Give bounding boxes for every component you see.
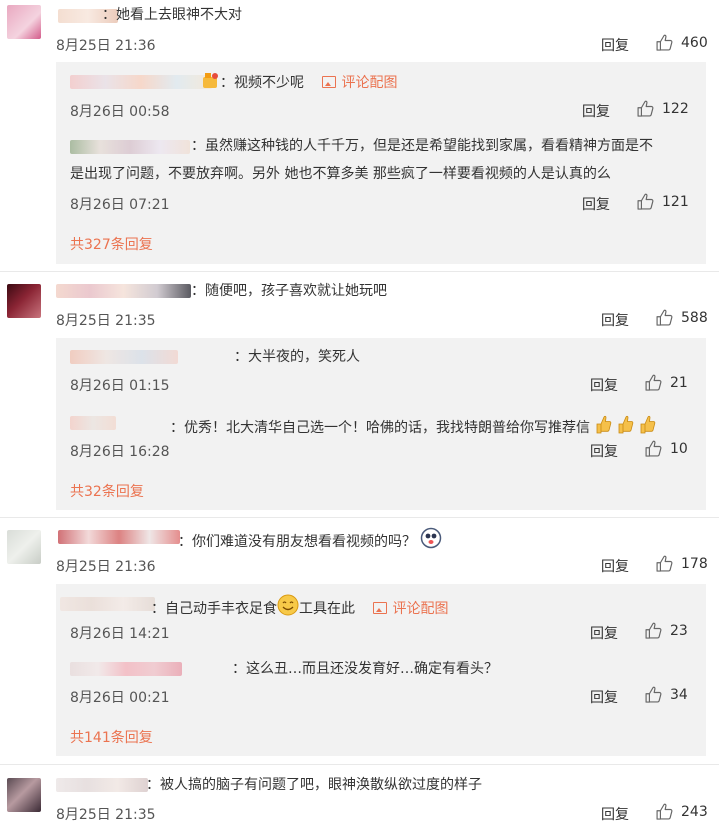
username-blurred[interactable] — [58, 530, 180, 544]
more-replies-link[interactable]: 共32条回复 — [70, 481, 144, 501]
replies-box: ：视频不少呢 评论配图 8月26日 00:58 回复 122 ：虽然赚这种钱的人… — [56, 62, 706, 264]
username-blurred[interactable] — [56, 284, 191, 298]
replies-box: ：自己动手丰衣足食 工具在此 评论配图 8月26日 14:21 回复 23 ：这… — [56, 584, 706, 756]
comment-date: 8月25日 21:35 — [56, 313, 156, 329]
reply-button[interactable]: 回复 — [582, 101, 610, 121]
avatar[interactable] — [7, 284, 41, 318]
comment-text: ：她看上去眼神不大对 — [102, 7, 242, 23]
username-blurred[interactable] — [70, 350, 178, 364]
username-blurred[interactable] — [60, 597, 155, 611]
thumbs-up-icon — [644, 373, 664, 393]
more-replies-link[interactable]: 共327条回复 — [70, 234, 153, 254]
reply-text: ：自己动手丰衣足食 工具在此 评论配图 — [151, 594, 448, 622]
comment-date: 8月25日 21:36 — [56, 559, 156, 575]
like-count: 588 — [681, 310, 708, 326]
comment-text: ：随便吧，孩子喜欢就让她玩吧 — [191, 283, 387, 299]
thumbs-up-icon — [655, 554, 675, 574]
comment-date: 8月25日 21:36 — [56, 38, 156, 54]
like-count: 34 — [670, 687, 688, 703]
like-count: 243 — [681, 804, 708, 820]
username-blurred[interactable] — [56, 778, 148, 792]
like-count: 122 — [662, 101, 689, 117]
comment-image-link[interactable]: 评论配图 — [322, 75, 397, 91]
thumbs-up-icon — [636, 192, 656, 212]
reply-button[interactable]: 回复 — [590, 687, 618, 707]
reply-date: 8月26日 14:21 — [70, 626, 170, 642]
divider — [0, 517, 719, 518]
emoji-icon — [202, 72, 220, 90]
reply-button[interactable]: 回复 — [582, 194, 610, 214]
avatar[interactable] — [7, 5, 41, 39]
like-count: 21 — [670, 375, 688, 391]
like-count: 121 — [662, 194, 689, 210]
thumbs-up-icon — [644, 685, 664, 705]
username-blurred[interactable] — [70, 662, 182, 676]
emoji-icon — [420, 527, 442, 555]
thumbs-up-icon — [655, 308, 675, 328]
thumbs-up-icon — [636, 99, 656, 119]
image-icon — [373, 602, 388, 614]
like-button[interactable]: 178 — [655, 554, 708, 574]
comment-text: ：被人搞的脑子有问题了吧，眼神涣散纵欲过度的样子 — [146, 777, 482, 793]
thumbs-up-icon — [655, 802, 675, 822]
like-count: 23 — [670, 623, 688, 639]
reply-date: 8月26日 07:21 — [70, 197, 170, 213]
reply-date: 8月26日 16:28 — [70, 444, 170, 460]
reply-text: ：这么丑…而且还没发育好…确定有看头？ — [232, 661, 498, 677]
replies-box: ：大半夜的，笑死人 8月26日 01:15 回复 21 ：优秀！北大清华自己选一… — [56, 338, 706, 510]
reply-text: ：优秀！北大清华自己选一个！哈佛的话，我找特朗普给你写推荐信 — [170, 413, 660, 441]
divider — [0, 764, 719, 765]
thumbs-up-emoji-icon — [594, 413, 660, 441]
like-button[interactable]: 243 — [655, 802, 708, 822]
username-blurred[interactable] — [70, 140, 190, 154]
reply-text: 是出现了问题，不要放弃啊。另外 她也不算多美 那些疯了一样要看视频的人是认真的么 — [70, 166, 611, 182]
avatar[interactable] — [7, 778, 41, 812]
reply-button[interactable]: 回复 — [601, 804, 629, 824]
reply-button[interactable]: 回复 — [590, 623, 618, 643]
thumbs-up-icon — [655, 33, 675, 53]
reply-button[interactable]: 回复 — [590, 441, 618, 461]
avatar[interactable] — [7, 530, 41, 564]
username-blurred[interactable] — [70, 75, 212, 89]
like-button[interactable]: 460 — [655, 33, 708, 53]
like-count: 178 — [681, 556, 708, 572]
like-button[interactable]: 34 — [644, 685, 688, 705]
thumbs-up-icon — [644, 621, 664, 641]
reply-text: ：视频不少呢 评论配图 — [202, 72, 397, 93]
divider — [0, 271, 719, 272]
comment-text: ：你们难道没有朋友想看看视频的吗？ — [178, 527, 442, 555]
like-button[interactable]: 121 — [636, 192, 689, 212]
thumbs-up-icon — [644, 439, 664, 459]
reply-text: ：虽然赚这种钱的人千千万，但是还是希望能找到家属，看看精神方面是不 — [191, 138, 653, 154]
username-blurred[interactable] — [70, 416, 116, 430]
like-button[interactable]: 10 — [644, 439, 688, 459]
image-icon — [322, 76, 337, 88]
comment-image-link[interactable]: 评论配图 — [373, 601, 448, 617]
like-button[interactable]: 122 — [636, 99, 689, 119]
reply-button[interactable]: 回复 — [601, 310, 629, 330]
like-count: 460 — [681, 35, 708, 51]
reply-date: 8月26日 00:21 — [70, 690, 170, 706]
reply-button[interactable]: 回复 — [590, 375, 618, 395]
like-button[interactable]: 588 — [655, 308, 708, 328]
like-count: 10 — [670, 441, 688, 457]
more-replies-link[interactable]: 共141条回复 — [70, 727, 153, 747]
comment-date: 8月25日 21:35 — [56, 807, 156, 823]
like-button[interactable]: 21 — [644, 373, 688, 393]
reply-date: 8月26日 01:15 — [70, 378, 170, 394]
like-button[interactable]: 23 — [644, 621, 688, 641]
reply-button[interactable]: 回复 — [601, 35, 629, 55]
reply-text: ：大半夜的，笑死人 — [234, 349, 360, 365]
smile-emoji-icon — [277, 594, 299, 622]
reply-button[interactable]: 回复 — [601, 556, 629, 576]
reply-date: 8月26日 00:58 — [70, 104, 170, 120]
